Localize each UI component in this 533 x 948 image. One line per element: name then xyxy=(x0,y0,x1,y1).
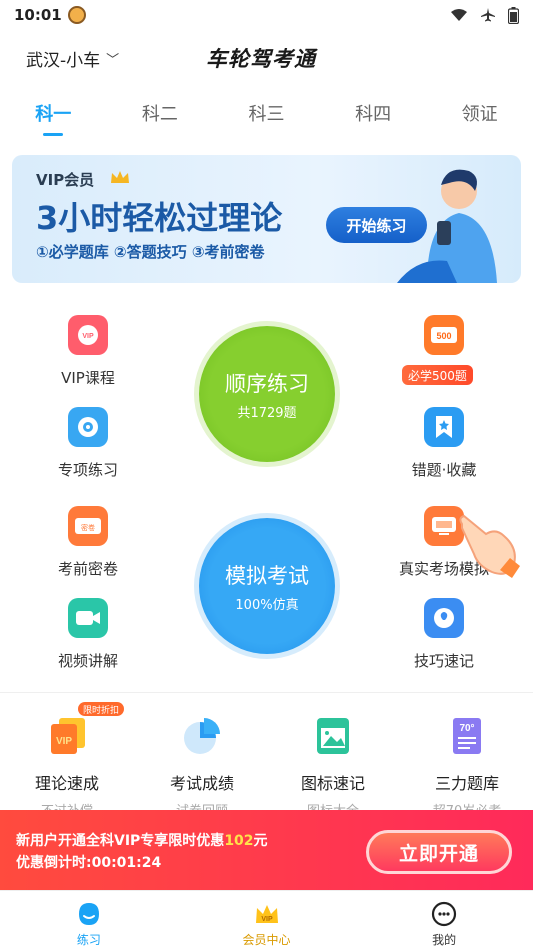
tab-subject-2[interactable]: 科二 xyxy=(107,92,214,142)
promo-offer-amount: 102 xyxy=(224,833,254,849)
bottom-nav: 练习 VIP 会员中心 我的 xyxy=(0,890,533,948)
nav-member-center-label: 会员中心 xyxy=(242,933,291,947)
video-lecture-label: 视频讲解 xyxy=(57,652,118,670)
subject-tabs: 科一 科二 科三 科四 领证 xyxy=(0,92,533,142)
vip-card-text: VIP xyxy=(56,736,72,747)
tips-memory-label: 技巧速记 xyxy=(413,652,474,670)
paper-icon-text: 密卷 xyxy=(81,523,95,532)
section-divider xyxy=(0,692,533,693)
70-icon-text: 70° xyxy=(459,723,474,734)
target-icon xyxy=(68,407,108,447)
vip-member-tag: VIP会员 xyxy=(36,171,95,189)
airplane-mode-icon xyxy=(481,8,495,22)
app-logo: 车轮驾考通 xyxy=(206,47,316,71)
promo-countdown: 优惠倒计时:00:01:24 xyxy=(16,855,162,871)
secret-paper-icon: 密卷 xyxy=(68,506,108,546)
video-camera-icon xyxy=(68,598,108,638)
mistakes-favorites-label: 错题·收藏 xyxy=(411,461,477,479)
banner-subtitle: ①必学题库 ②答题技巧 ③考前密卷 xyxy=(36,243,265,261)
vip-banner[interactable]: VIP会员 3小时轻松过理论 ①必学题库 ②答题技巧 ③考前密卷 开始练习 xyxy=(12,155,521,283)
nav-practice-label: 练习 xyxy=(76,933,101,947)
tab-subject-1[interactable]: 科一 xyxy=(0,92,107,142)
special-practice-label: 专项练习 xyxy=(57,461,118,479)
promo-bar: 新用户开通全科VIP专享限时优惠102元 优惠倒计时:00:01:24 立即开通 xyxy=(0,810,533,890)
sequential-practice-title: 顺序练习 xyxy=(225,371,309,396)
must-learn-500-badge[interactable]: 必学500题 xyxy=(402,365,473,385)
exam-scores-label: 考试成绩 xyxy=(169,774,234,793)
nav-profile[interactable]: 我的 xyxy=(355,891,533,948)
pie-chart-icon xyxy=(184,718,220,754)
exam-scores-item[interactable]: 考试成绩 试卷回顾 xyxy=(142,716,262,819)
promo-offer-suffix: 元 xyxy=(253,833,268,849)
activate-now-button[interactable]: 立即开通 xyxy=(366,830,512,874)
70-degree-book-icon: 70° xyxy=(453,718,481,754)
banner-title: 3小时轻松过理论 xyxy=(36,199,283,237)
mock-exam-subtitle: 100%仿真 xyxy=(235,597,299,613)
pre-exam-paper-label: 考前密卷 xyxy=(57,560,118,578)
theory-crash-course-label: 理论速成 xyxy=(34,774,99,793)
icon-memory-item[interactable]: 图标速记 图标大全 xyxy=(273,716,393,819)
icon-memory-label: 图标速记 xyxy=(300,774,365,793)
theory-crash-course-item[interactable]: VIP 理论速成 不过补偿 xyxy=(7,716,127,819)
battery-icon xyxy=(508,6,519,24)
status-time: 10:01 xyxy=(14,6,62,24)
sequential-practice-count: 共1729题 xyxy=(237,405,297,421)
vip-course-label: VIP课程 xyxy=(61,369,115,387)
chat-bubble-icon xyxy=(432,901,457,927)
status-bar: 10:01 xyxy=(0,0,533,30)
promo-offer-prefix: 新用户开通全科VIP专享限时优惠 xyxy=(16,833,225,849)
vip-cards-icon: VIP xyxy=(51,718,85,754)
tab-subject-3[interactable]: 科三 xyxy=(213,92,320,142)
student-illustration-icon xyxy=(397,169,497,283)
500-icon: 500 xyxy=(424,315,464,355)
practice-face-icon xyxy=(78,903,99,925)
tab-license[interactable]: 领证 xyxy=(426,92,533,142)
nav-vip-text: VIP xyxy=(261,916,273,923)
nav-practice[interactable]: 练习 xyxy=(0,891,178,948)
notification-avatar-icon xyxy=(67,6,86,24)
three-ability-bank-item[interactable]: 70° 三力题库 超70岁必考 xyxy=(407,716,527,819)
tips-memory-item[interactable]: 技巧速记 xyxy=(389,598,499,671)
promo-offer-text: 新用户开通全科VIP专享限时优惠102元 xyxy=(16,830,268,850)
nav-profile-label: 我的 xyxy=(432,933,457,947)
status-icons xyxy=(450,6,519,24)
nav-member-center[interactable]: VIP 会员中心 xyxy=(178,891,356,948)
three-ability-bank-label: 三力题库 xyxy=(434,774,499,793)
vip-course-item[interactable]: VIP VIP课程 xyxy=(33,315,143,388)
mistakes-favorites-item[interactable]: 错题·收藏 xyxy=(389,407,499,480)
lightbulb-icon xyxy=(424,598,464,638)
wifi-icon xyxy=(451,9,467,21)
crown-icon xyxy=(111,171,129,183)
pointing-hand-icon xyxy=(459,514,520,578)
must-learn-500-item[interactable]: 500 xyxy=(389,315,499,355)
chevron-down-icon: ﹀ xyxy=(106,52,120,68)
video-lecture-item[interactable]: 视频讲解 xyxy=(33,598,143,671)
500-icon-text: 500 xyxy=(436,331,451,341)
pre-exam-paper-item[interactable]: 密卷 考前密卷 xyxy=(33,506,143,579)
special-practice-item[interactable]: 专项练习 xyxy=(33,407,143,480)
limited-discount-badge: 限时折扣 xyxy=(78,702,125,716)
vip-shield-icon: VIP xyxy=(68,315,108,355)
picture-icon xyxy=(317,718,349,754)
sequential-practice-button[interactable]: 顺序练习 共1729题 xyxy=(199,326,335,462)
city-selector[interactable]: 武汉-小车 ﹀ xyxy=(26,46,119,71)
city-label: 武汉-小车 xyxy=(26,50,101,71)
bookmark-star-icon xyxy=(424,407,464,447)
vip-crown-icon: VIP xyxy=(255,905,278,923)
mock-exam-button[interactable]: 模拟考试 100%仿真 xyxy=(199,518,335,654)
vip-icon-text: VIP xyxy=(82,333,94,340)
tab-subject-4[interactable]: 科四 xyxy=(320,92,427,142)
app-header: 武汉-小车 ﹀ 车轮驾考通 xyxy=(0,38,533,78)
mock-exam-title: 模拟考试 xyxy=(225,563,309,588)
